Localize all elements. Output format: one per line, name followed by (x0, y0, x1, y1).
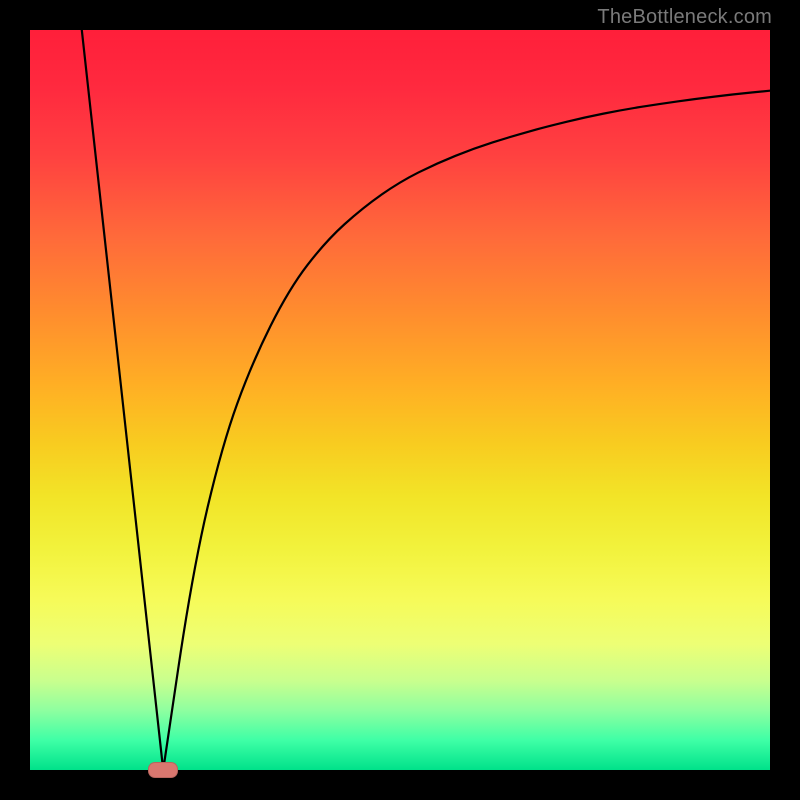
bottleneck-curve (82, 30, 770, 770)
chart-frame: TheBottleneck.com (0, 0, 800, 800)
watermark-text: TheBottleneck.com (597, 6, 772, 29)
plot-area (30, 30, 770, 770)
curve-layer (30, 30, 770, 770)
optimal-marker (148, 762, 178, 778)
